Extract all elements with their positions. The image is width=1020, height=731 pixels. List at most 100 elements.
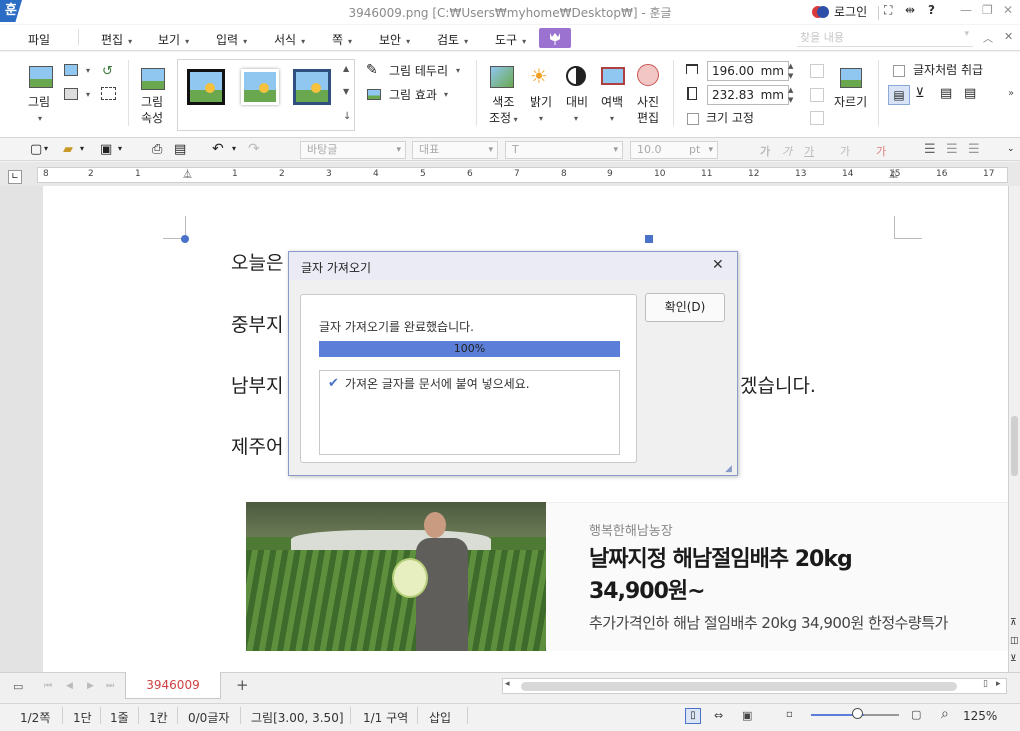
selection-handle[interactable] [181,235,189,243]
align-left-icon[interactable]: ☰ [946,142,958,157]
tab-document[interactable]: 3946009 [125,672,221,699]
vertical-scrollbar[interactable]: ⊼ ◫ ⊻ [1008,186,1020,672]
help-icon[interactable]: ? [928,3,935,17]
picture-border-label[interactable]: 그림 테두리 [389,63,448,79]
contrast-label[interactable]: 대비 [566,94,588,110]
right-indent-marker[interactable]: ⏅ [889,167,898,180]
height-stepper[interactable]: ▲ ▼ [788,85,793,105]
chevron-down-icon[interactable]: ▼ [343,87,349,96]
toolbar-more-icon[interactable]: ⌄ [1007,144,1015,154]
wrap-behind-icon[interactable]: ▤ [940,86,952,101]
page-view-icon[interactable]: ▯ [685,708,701,724]
style-thumb-1[interactable] [187,69,225,105]
doc-text-line-1[interactable]: 오늘은 [231,248,283,275]
search-input[interactable]: 찾을 내용 ▾ [797,29,973,47]
print-icon[interactable]: ⎙ [152,142,162,157]
width-fit-icon[interactable]: ⇔ [714,709,723,722]
scrollbar-thumb[interactable] [1011,416,1018,476]
chevron-down-icon[interactable]: ▾ [444,90,448,99]
selection-handle[interactable] [645,235,653,243]
underline-icon[interactable]: 가 [804,143,814,159]
group-icon[interactable] [64,88,78,100]
zoom-out-icon[interactable]: ▫ [786,709,793,720]
picture-effect-icon[interactable] [367,89,381,100]
font-select[interactable]: T [505,141,623,159]
magnifier-icon[interactable]: ⌕ [941,706,949,722]
align-justify-icon[interactable]: ☰ [924,142,936,157]
crop-icon[interactable] [840,68,862,88]
page-up-icon[interactable]: ⊼ [1010,618,1017,628]
result-list[interactable]: ✔ 가져온 글자를 문서에 붙여 넣으세요. [319,370,620,455]
page-view-icon[interactable]: ◫ [1010,636,1019,646]
split-icon[interactable]: ⇹ [905,3,915,17]
status-page[interactable]: 1/2쪽 [20,709,50,726]
ok-button[interactable]: 확인(D) [645,293,725,322]
next-tab-icon[interactable]: ▶ [87,681,94,691]
doc-text-line-3-tail[interactable]: 겠습니다. [740,371,816,398]
login-button[interactable]: 로그인 [812,3,867,20]
split-view-icon[interactable]: ▯ [983,679,988,689]
chevron-up-icon[interactable]: ▲ [343,64,349,73]
scroll-right-icon[interactable]: ▸ [996,679,1001,689]
fixed-size-checkbox[interactable] [687,113,699,125]
crop-label[interactable]: 자르기 [834,94,867,110]
menu-tools[interactable]: 도구 ▾ [495,31,526,48]
chevron-down-icon[interactable]: ▾ [456,66,460,75]
menu-view[interactable]: 보기 ▾ [158,31,189,48]
menu-page[interactable]: 쪽 ▾ [332,31,352,48]
wrap-top-bottom-icon[interactable]: ⊻ [915,86,925,101]
close-ribbon-icon[interactable]: ✕ [1004,30,1013,43]
chevron-down-icon[interactable]: ▾ [232,144,236,153]
zoom-in-icon[interactable]: ▢ [911,708,921,721]
menu-format[interactable]: 서식 ▾ [274,31,305,48]
status-zoom[interactable]: 125% [963,709,997,723]
align-right-icon[interactable]: ☰ [968,142,980,157]
picture-effect-label[interactable]: 그림 효과 [389,87,437,103]
add-tab-icon[interactable]: + [236,676,249,694]
chevron-down-icon[interactable]: ▾ [38,114,42,123]
first-tab-icon[interactable]: ⏮ [44,681,52,691]
width-stepper[interactable]: ▲ ▼ [788,61,793,81]
horizontal-scrollbar[interactable]: ◂ ▯ ▸ [502,678,1007,694]
menu-file[interactable]: 파일 [28,31,50,48]
pencil-icon[interactable]: ✎ [366,62,378,78]
chevron-down-icon[interactable]: ▾ [44,144,48,153]
tab-stop-icon[interactable]: ∟ [8,170,22,184]
restore-icon[interactable]: ❐ [982,3,993,17]
undo-icon[interactable]: ↶ [212,141,224,157]
menu-security[interactable]: 보안 ▾ [379,31,410,48]
photo-edit-icon[interactable] [637,64,659,86]
close-icon[interactable]: ✕ [712,257,724,273]
status-insert-mode[interactable]: 삽입 [429,709,451,726]
memo-icon[interactable]: ▭ [13,680,23,693]
original-size-icon[interactable] [810,88,824,102]
resize-grip-icon[interactable]: ◢ [725,464,732,474]
save-icon[interactable]: ▣ [100,142,112,157]
chevron-down-icon[interactable]: ▾ [610,114,614,123]
treat-as-char-checkbox[interactable] [893,65,905,77]
open-folder-icon[interactable]: ▰ [63,142,73,157]
wrap-square-icon[interactable]: ▤ [888,85,910,105]
indent-marker[interactable]: ⏅ [183,167,192,180]
font-lang-select[interactable]: 대표 [412,141,498,159]
italic-icon[interactable]: 가 [782,143,792,159]
chevron-down-icon[interactable]: ▾ [118,144,122,153]
fit-size-icon[interactable] [810,111,824,125]
minimize-icon[interactable]: — [960,3,972,17]
chevron-up-icon[interactable]: ︿ [983,30,993,45]
expand-icon[interactable]: ↓ [343,111,351,122]
zoom-slider-knob[interactable] [852,708,863,719]
preview-icon[interactable]: ▤ [174,142,186,157]
chevron-down-icon[interactable]: ▾ [574,114,578,123]
menu-review[interactable]: 검토 ▾ [437,31,468,48]
contrast-icon[interactable] [566,66,586,86]
photo-edit-label[interactable]: 사진 편집 [637,94,659,126]
status-area[interactable]: 1/1 구역 [363,709,408,726]
prev-tab-icon[interactable]: ◀ [66,681,73,691]
width-input[interactable]: 196.00 mm [707,61,789,81]
close-icon[interactable]: ✕ [1003,3,1013,17]
wrap-front-icon[interactable]: ▤ [964,86,976,101]
margin-icon[interactable] [601,67,625,85]
style-thumb-3[interactable] [293,69,331,105]
picture-button-label[interactable]: 그림 [28,94,50,110]
